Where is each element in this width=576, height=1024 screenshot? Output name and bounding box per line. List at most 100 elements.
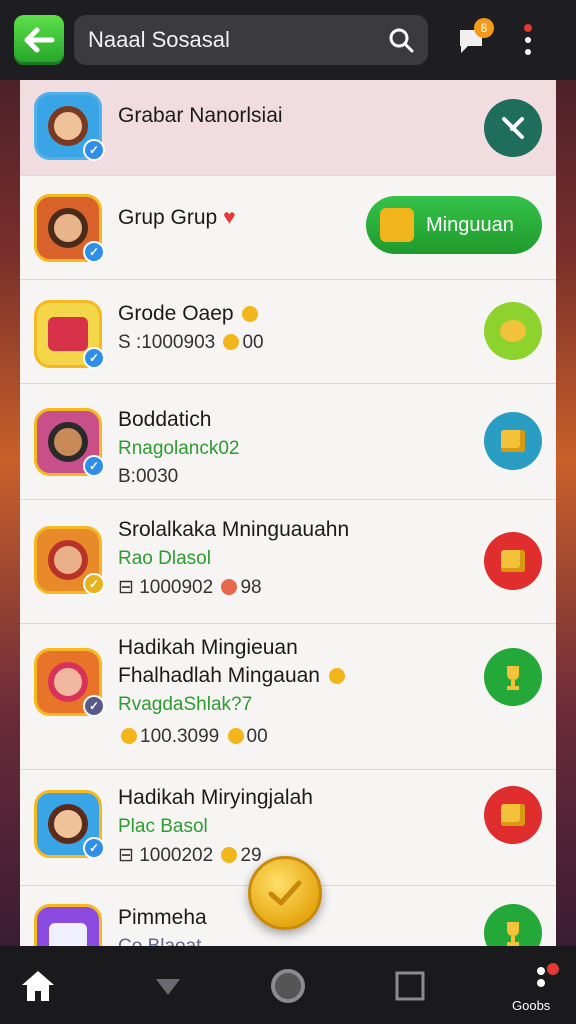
verified-icon: ✓ [83, 241, 105, 263]
item-subtitle: Co Blaoat [118, 936, 207, 946]
join-button[interactable] [484, 648, 542, 706]
join-button[interactable] [484, 904, 542, 946]
verified-icon: ✓ [83, 695, 105, 717]
more-menu-button[interactable] [518, 20, 538, 60]
coin-icon [227, 728, 244, 744]
list-item[interactable]: ✓ Grabar Nanorlsiai [20, 80, 556, 176]
avatar-face [48, 662, 88, 702]
lock-icon: ⊟ [118, 845, 134, 866]
coin-icon [242, 306, 259, 322]
join-button[interactable] [484, 532, 542, 590]
box-icon [501, 804, 525, 826]
avatar: ✓ [34, 194, 105, 263]
nav-back[interactable] [148, 966, 188, 1006]
heart-icon: ♥ [223, 206, 236, 229]
bottom-nav: Goobs [0, 946, 576, 1024]
avatar-face [48, 106, 88, 146]
nav-more-label: Goobs [512, 998, 551, 1013]
trophy-icon [507, 666, 519, 690]
item-title: Srolalkaka Mninguauahn [118, 518, 350, 541]
item-title: Pimmeha [118, 906, 207, 929]
lock-icon: ⊟ [118, 577, 134, 598]
list-item[interactable]: ✓ Grode Oaep S :1000903 00 [20, 280, 556, 384]
verified-icon: ✓ [83, 347, 105, 369]
home-icon [22, 971, 54, 1001]
nav-more[interactable] [524, 960, 564, 1000]
verified-icon: ✓ [83, 837, 105, 859]
coin-icon [223, 334, 240, 350]
chest-icon [48, 317, 88, 351]
coin-icon [121, 728, 137, 744]
coin-icon [328, 668, 345, 684]
top-bar: Naaal Sosasal 8 [0, 0, 576, 80]
back-triangle-icon [156, 979, 180, 995]
item-title: Hadikah Miryingjalah [118, 786, 313, 809]
avatar: ✓ [34, 408, 105, 477]
back-arrow-icon [24, 27, 55, 53]
item-title: Hadikah Mingieuan [118, 636, 298, 659]
checkmark-icon [268, 880, 302, 906]
item-stats: ⊟ 1000902 98 [118, 577, 262, 598]
avatar-face [48, 540, 88, 580]
gem-icon [49, 923, 87, 946]
nav-recents[interactable] [390, 966, 430, 1006]
verified-icon: ✓ [83, 139, 105, 161]
item-title: Grabar Nanorlsiai [118, 104, 283, 127]
join-button[interactable] [484, 786, 542, 844]
item-stats: 100.3099 00 [118, 726, 348, 748]
group-list: ✓ Grabar Nanorlsiai ✓ Grup Grup ♥ Minguu… [20, 80, 556, 946]
avatar [34, 904, 102, 946]
avatar-face [48, 208, 88, 248]
nav-home[interactable] [18, 966, 58, 1006]
chat-button[interactable]: 8 [456, 18, 496, 60]
list-item[interactable]: ✓ Hadikah Mingieuan Fhalhadlah Mingauan … [20, 624, 556, 770]
join-button[interactable] [484, 302, 542, 360]
item-stats: B:0030 [118, 466, 179, 487]
item-title: Grup Grup ♥ [118, 206, 236, 229]
more-dot [525, 49, 531, 55]
search-input[interactable]: Naaal Sosasal [74, 15, 428, 65]
verified-icon: ✓ [83, 455, 105, 477]
avatar: ✓ [34, 648, 105, 717]
avatar-face [48, 422, 88, 462]
item-subtitle: Rnagolanck02 [118, 438, 240, 459]
nav-home-circle[interactable] [268, 966, 308, 1006]
list-item[interactable]: ✓ Boddatich Rnagolanck02 B:0030 [20, 384, 556, 500]
avatar-face [48, 804, 88, 844]
join-button[interactable] [484, 412, 542, 470]
item-title-secondary: Fhalhadlah Mingauan [118, 664, 348, 688]
coin-icon [221, 579, 238, 595]
more-vertical-icon [537, 963, 559, 987]
avatar: ✓ [34, 92, 105, 161]
list-item[interactable]: ✓ Grup Grup ♥ Minguuan [20, 176, 556, 280]
item-subtitle: Plac Basol [118, 816, 208, 837]
square-icon [395, 971, 425, 1001]
join-button[interactable] [484, 99, 542, 157]
avatar: ✓ [34, 526, 105, 595]
confirm-fab-button[interactable] [248, 856, 322, 930]
search-icon[interactable] [388, 27, 414, 53]
coin-bag-icon [500, 320, 526, 342]
swords-icon [502, 117, 524, 139]
notification-dot [524, 24, 532, 32]
item-title: Grode Oaep [118, 302, 264, 326]
back-button[interactable] [14, 15, 64, 65]
item-subtitle: Rao Dlasol [118, 548, 211, 569]
weekly-button-label: Minguuan [426, 213, 514, 236]
verified-icon: ✓ [83, 573, 105, 595]
gift-icon [380, 208, 414, 242]
avatar: ✓ [34, 300, 105, 369]
avatar: ✓ [34, 790, 105, 859]
circle-icon [271, 969, 305, 1003]
item-subtitle: RvagdaShlak?7 [118, 694, 253, 715]
coin-icon [221, 847, 238, 863]
trophy-icon [507, 922, 519, 946]
list-item[interactable]: ✓ Srolalkaka Mninguauahn Rao Dlasol ⊟ 10… [20, 500, 556, 624]
weekly-button[interactable]: Minguuan [366, 196, 542, 254]
box-icon [501, 430, 525, 452]
search-input-value: Naaal Sosasal [88, 27, 230, 52]
item-stats: S :1000903 00 [118, 332, 264, 353]
item-title: Boddatich [118, 408, 212, 431]
chat-badge: 8 [474, 18, 494, 38]
more-dot [525, 37, 531, 43]
